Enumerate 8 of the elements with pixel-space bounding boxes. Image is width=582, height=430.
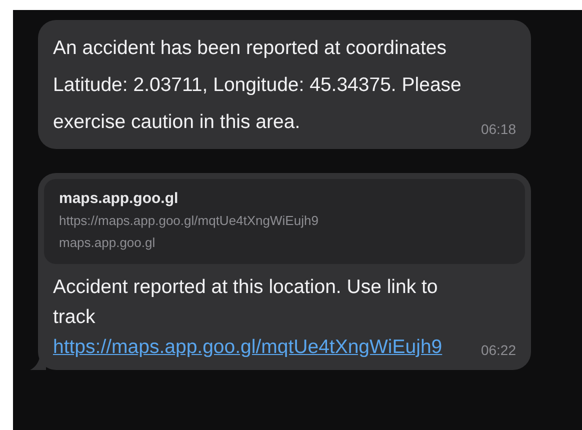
preview-title: maps.app.goo.gl: [59, 189, 180, 209]
message-text: An accident has been reported at coordinates Latitude: 2.03711, Longitude: 45.34375. Please exercise caution in this area.: [53, 36, 462, 135]
preview-url: https://maps.app.goo.gl/mqtUe4tXngWiEujh9: [59, 212, 320, 230]
link[interactable]: https://maps.app.goo.gl/mqtUe4tXngWiEujh9: [53, 336, 442, 358]
preview-domain: maps.app.goo.gl: [59, 234, 156, 252]
timestamp: 06:22: [480, 341, 516, 360]
message-text: Accident reported at this location. Use link to track https://maps.app.goo.gl/mqtUe4tXngWiEujh9: [53, 275, 444, 360]
timestamp: 06:18: [480, 120, 516, 139]
